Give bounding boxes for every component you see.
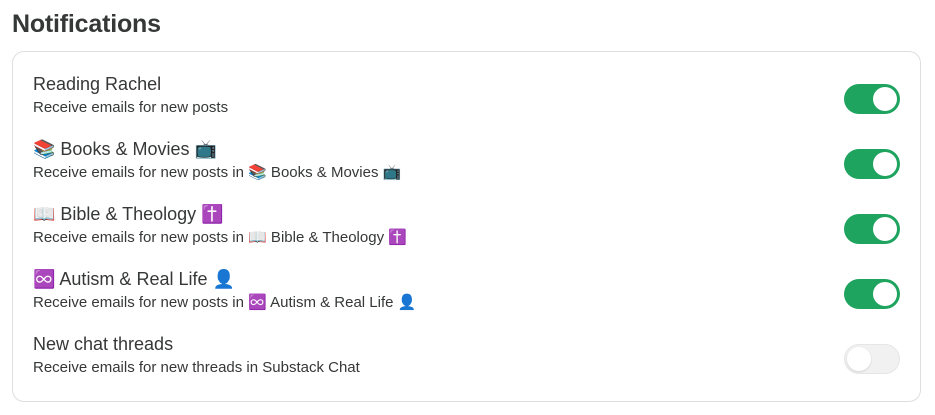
email-toggle-reading-rachel[interactable] — [844, 84, 900, 114]
notification-row-autism-real-life: ♾️ Autism & Real Life 👤 Receive emails f… — [33, 267, 900, 332]
row-description: Receive emails for new posts in ♾️ Autis… — [33, 294, 417, 311]
email-toggle-autism-real-life[interactable] — [844, 279, 900, 309]
section-title: Notifications — [12, 10, 161, 38]
row-title: New chat threads — [33, 334, 174, 354]
notifications-card: Reading Rachel Receive emails for new po… — [12, 51, 921, 402]
row-description: Receive emails for new posts in 📖 Bible … — [33, 229, 407, 246]
row-title: ♾️ Autism & Real Life 👤 — [33, 269, 235, 289]
toggle-knob — [873, 282, 897, 306]
notification-row-chat-threads: New chat threads Receive emails for new … — [33, 332, 900, 397]
row-description: Receive emails for new posts in 📚 Books … — [33, 164, 402, 181]
toggle-knob — [873, 87, 897, 111]
email-toggle-chat-threads[interactable] — [844, 344, 900, 374]
toggle-knob — [847, 347, 871, 371]
notifications-page: Notifications Reading Rachel Receive ema… — [0, 0, 935, 415]
notification-row-books-movies: 📚 Books & Movies 📺 Receive emails for ne… — [33, 137, 900, 202]
row-description: Receive emails for new threads in Substa… — [33, 359, 360, 376]
email-toggle-bible-theology[interactable] — [844, 214, 900, 244]
row-description: Receive emails for new posts — [33, 99, 229, 116]
row-title: 📖 Bible & Theology ✝️ — [33, 204, 224, 224]
notification-row-bible-theology: 📖 Bible & Theology ✝️ Receive emails for… — [33, 202, 900, 267]
notification-row-reading-rachel: Reading Rachel Receive emails for new po… — [33, 72, 900, 137]
row-title: Reading Rachel — [33, 74, 162, 94]
email-toggle-books-movies[interactable] — [844, 149, 900, 179]
row-title: 📚 Books & Movies 📺 — [33, 139, 217, 159]
toggle-knob — [873, 152, 897, 176]
toggle-knob — [873, 217, 897, 241]
